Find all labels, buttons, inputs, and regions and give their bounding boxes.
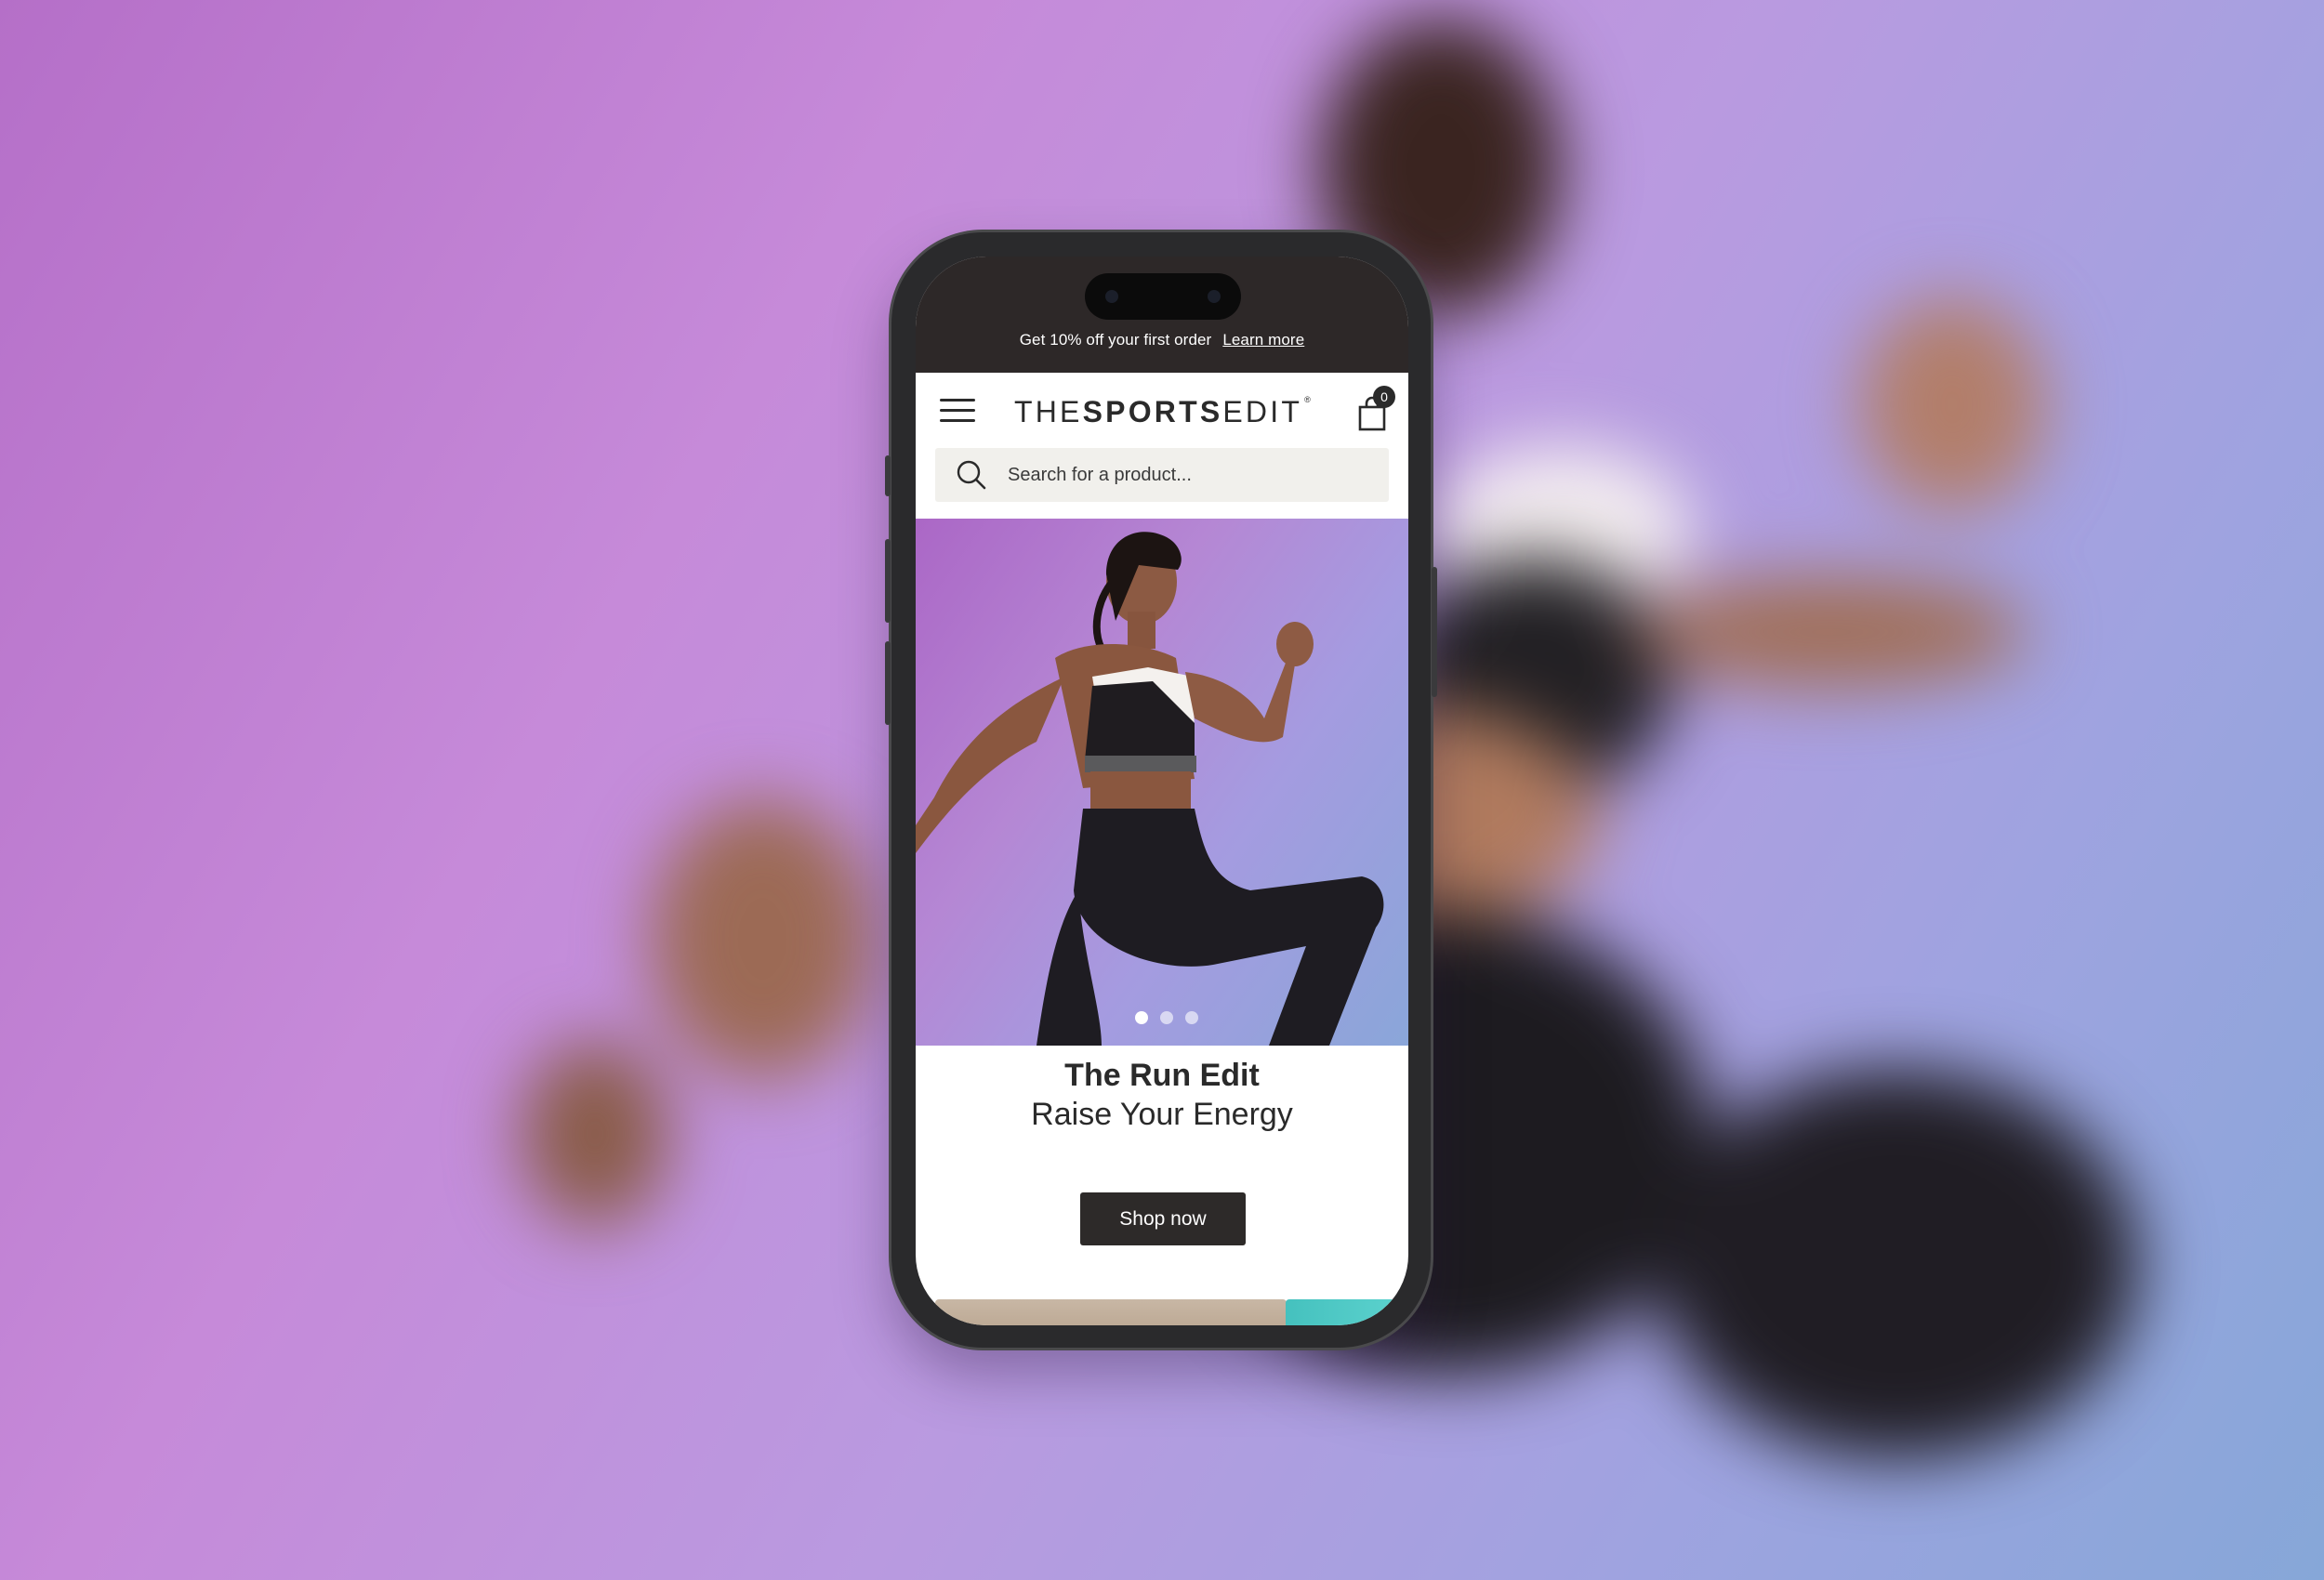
search-input[interactable]: Search for a product...: [935, 448, 1389, 502]
search-placeholder: Search for a product...: [1008, 465, 1192, 485]
shopping-bag-icon[interactable]: 0: [1356, 386, 1395, 432]
status-bar: Get 10% off your first order Learn more: [916, 257, 1408, 373]
phone-screen: Get 10% off your first order Learn more T…: [916, 257, 1408, 1325]
search-icon: [957, 460, 986, 490]
carousel-dot-2[interactable]: [1160, 1011, 1173, 1024]
hamburger-menu-icon[interactable]: [940, 399, 975, 423]
logo-part-sports: SPORTS: [1082, 395, 1223, 428]
product-card-peek-left[interactable]: [935, 1299, 1287, 1325]
logo-registered-mark: ®: [1304, 395, 1311, 404]
hero-subtitle: Raise Your Energy: [1031, 1097, 1293, 1132]
hero-carousel-image[interactable]: [916, 519, 1408, 1046]
learn-more-link[interactable]: Learn more: [1222, 331, 1304, 349]
phone-power-button: [1432, 567, 1437, 697]
product-card-peek-right[interactable]: [1286, 1299, 1408, 1325]
phone-volume-down-button: [885, 641, 891, 725]
carousel-dots: [916, 1011, 1408, 1030]
promo-banner: Get 10% off your first order Learn more: [916, 331, 1408, 349]
phone-volume-up-button: [885, 539, 891, 623]
dynamic-island: [1085, 273, 1241, 320]
desktop-background: Get 10% off your first order Learn more T…: [0, 0, 2324, 1580]
phone-action-button: [885, 455, 891, 496]
site-header: THESPORTSEDIT ® 0: [916, 373, 1408, 449]
site-logo[interactable]: THESPORTSEDIT ®: [1014, 395, 1311, 429]
carousel-dot-1[interactable]: [1135, 1011, 1148, 1024]
promo-text: Get 10% off your first order: [1019, 331, 1212, 349]
logo-part-the: THE: [1014, 395, 1083, 428]
carousel-dot-3[interactable]: [1185, 1011, 1198, 1024]
cart-count-badge: 0: [1373, 386, 1395, 408]
phone-device: Get 10% off your first order Learn more T…: [885, 232, 1437, 1348]
hero-title: The Run Edit: [1064, 1058, 1260, 1093]
runner-photo: [916, 532, 1384, 1046]
hero-caption: The Run Edit Raise Your Energy: [916, 1056, 1408, 1134]
logo-part-edit: EDIT: [1222, 395, 1303, 428]
shop-now-button[interactable]: Shop now: [1080, 1192, 1246, 1245]
